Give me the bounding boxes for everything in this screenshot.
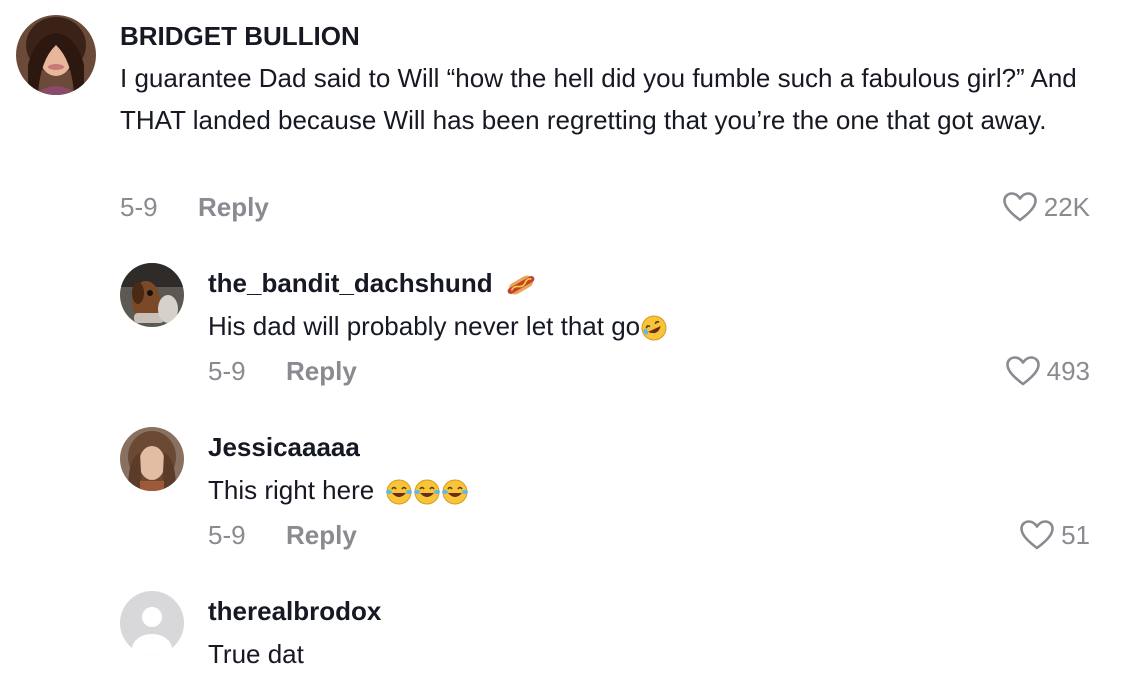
comment-date: 5-9 xyxy=(208,520,246,550)
comment-date: 5-9 xyxy=(120,192,158,222)
comment-username[interactable]: Jessicaaaaa xyxy=(208,431,360,463)
like-button[interactable]: 22K xyxy=(1002,191,1090,223)
avatar[interactable] xyxy=(120,427,184,491)
comment-username[interactable]: the_bandit_dachshund xyxy=(208,267,536,299)
reply-button[interactable]: Reply xyxy=(198,191,269,223)
comment-text-content: This right here xyxy=(208,475,375,505)
like-button[interactable]: 493 xyxy=(1005,355,1090,387)
reply-button[interactable]: Reply xyxy=(286,355,357,387)
joy-emoji-icon xyxy=(385,478,469,506)
heart-icon xyxy=(1002,191,1038,223)
avatar[interactable] xyxy=(120,263,184,327)
heart-icon xyxy=(1019,519,1055,551)
like-button[interactable]: 51 xyxy=(1019,519,1090,551)
avatar[interactable] xyxy=(120,591,184,655)
comment-date: 5-9 xyxy=(208,356,246,386)
comment-text: His dad will probably never let that go xyxy=(208,305,668,347)
like-count: 22K xyxy=(1043,192,1090,222)
hotdog-icon xyxy=(506,272,536,298)
avatar[interactable] xyxy=(16,15,96,95)
comment-username[interactable]: therealbrodox xyxy=(208,595,381,627)
comment-username[interactable]: BRIDGET BULLION xyxy=(120,20,360,52)
like-count: 51 xyxy=(1061,520,1090,550)
like-count: 493 xyxy=(1046,356,1090,386)
heart-icon xyxy=(1005,355,1041,387)
reply-button[interactable]: Reply xyxy=(286,519,357,551)
comment-username-text: the_bandit_dachshund xyxy=(208,268,493,298)
comment-text: I guarantee Dad said to Will “how the he… xyxy=(120,63,1077,135)
rofl-emoji-icon xyxy=(640,314,668,342)
comment-text: This right here xyxy=(208,469,469,511)
comment-text-content: His dad will probably never let that go xyxy=(208,311,641,341)
comment-text: True dat xyxy=(208,639,304,669)
